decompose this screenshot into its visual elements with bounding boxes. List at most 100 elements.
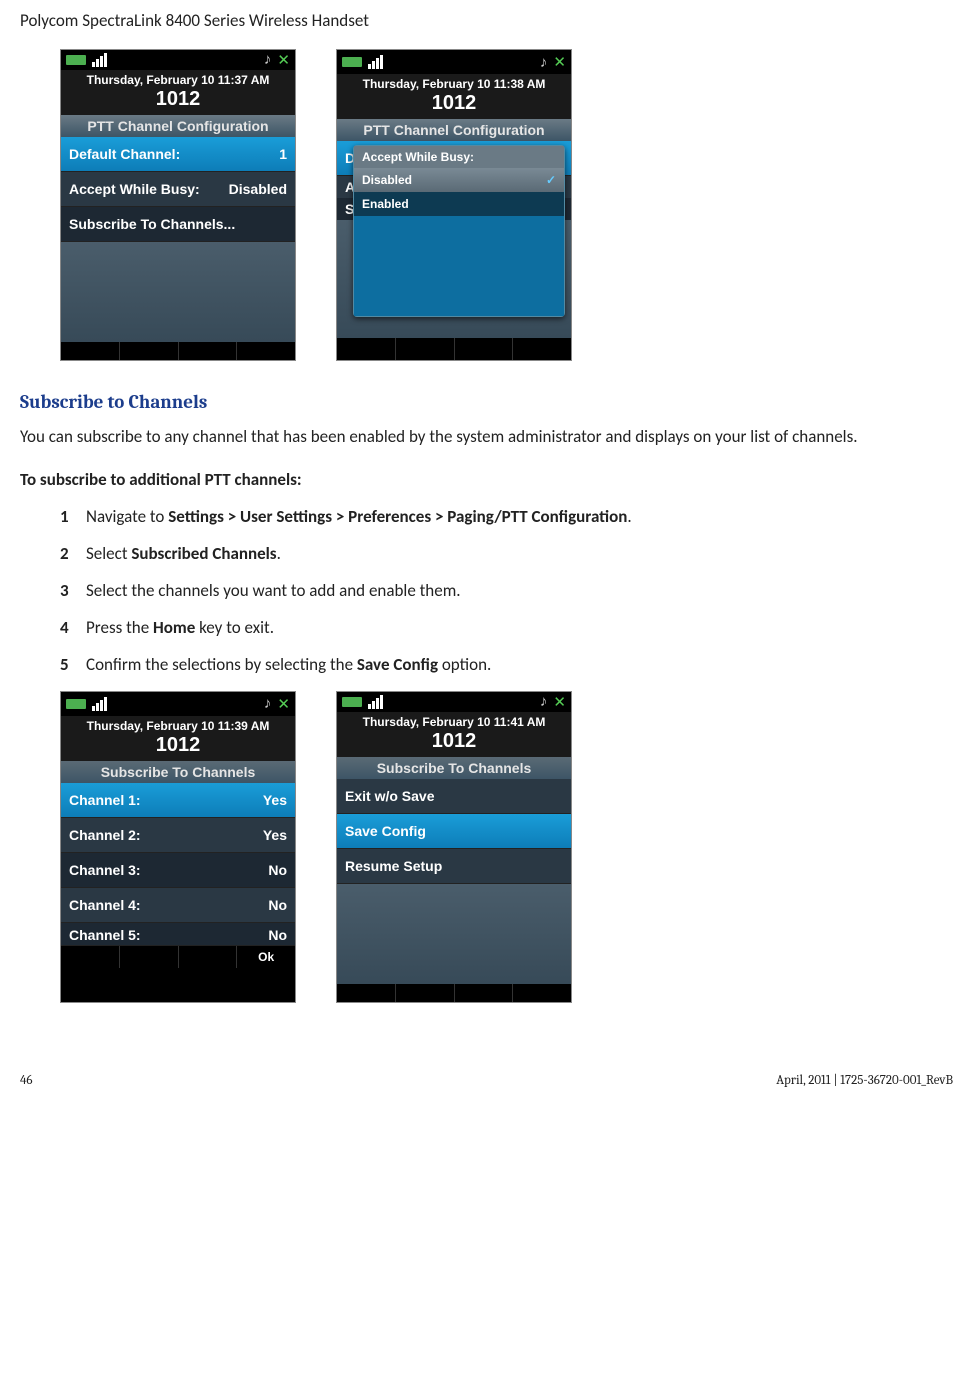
- note-icon: ♪: [264, 695, 272, 712]
- softkey[interactable]: [455, 984, 514, 1002]
- screenshot-row-2: ♪ ✕ Thursday, February 10 11:39 AM 1012 …: [60, 691, 953, 1003]
- extension-number: 1012: [61, 88, 295, 115]
- row-label: Exit w/o Save: [345, 788, 434, 804]
- row-label: Channel 3:: [69, 862, 141, 878]
- screenshot-row-1: ♪ ✕ Thursday, February 10 11:37 AM 1012 …: [60, 49, 953, 361]
- step-number: 2: [60, 543, 86, 564]
- date-time: Thursday, February 10 11:39 AM: [61, 716, 295, 734]
- person-icon: ✕: [277, 51, 290, 69]
- step-text: Navigate to Settings > User Settings > P…: [86, 506, 632, 527]
- empty-area: [61, 242, 295, 342]
- step-3: 3 Select the channels you want to add an…: [60, 580, 953, 601]
- softkey[interactable]: [61, 342, 120, 360]
- status-bar: ♪ ✕: [61, 50, 295, 70]
- phone-screen-1: ♪ ✕ Thursday, February 10 11:37 AM 1012 …: [60, 49, 296, 361]
- step-text: Confirm the selections by selecting the …: [86, 654, 491, 675]
- empty-area: [337, 884, 571, 984]
- softkey[interactable]: [337, 984, 396, 1002]
- subscribe-channels-row[interactable]: Subscribe To Channels...: [61, 207, 295, 242]
- intro-paragraph: You can subscribe to any channel that ha…: [20, 425, 953, 449]
- date-time: Thursday, February 10 11:38 AM: [337, 74, 571, 92]
- popup-title: Accept While Busy:: [354, 146, 564, 168]
- footer-info: April, 2011 | 1725-36720-001_RevB: [776, 1073, 953, 1088]
- row-value: 1: [279, 146, 287, 162]
- battery-icon: [342, 57, 362, 67]
- save-config-row[interactable]: Save Config: [337, 814, 571, 849]
- row-value: Disabled: [229, 181, 287, 197]
- signal-icon: [368, 695, 383, 709]
- check-icon: ✓: [546, 173, 556, 187]
- channel-3-row[interactable]: Channel 3: No: [61, 853, 295, 888]
- row-label: Channel 2:: [69, 827, 141, 843]
- step-number: 3: [60, 580, 86, 601]
- softkey[interactable]: [179, 342, 238, 360]
- row-value: No: [268, 897, 287, 913]
- step-4: 4 Press the Home key to exit.: [60, 617, 953, 638]
- row-label: Accept While Busy:: [69, 181, 200, 197]
- step-text: Press the Home key to exit.: [86, 617, 274, 638]
- softkey[interactable]: [396, 984, 455, 1002]
- channel-4-row[interactable]: Channel 4: No: [61, 888, 295, 923]
- popup-dialog: Accept While Busy: Disabled ✓ Enabled: [353, 145, 565, 317]
- row-value: Yes: [263, 827, 287, 843]
- channel-5-row[interactable]: Channel 5: No: [61, 923, 295, 946]
- popup-option-disabled[interactable]: Disabled ✓: [354, 168, 564, 192]
- softkey-bar: [337, 338, 571, 360]
- softkey[interactable]: [455, 338, 514, 360]
- section-heading: Subscribe to Channels: [20, 391, 953, 413]
- note-icon: ♪: [540, 54, 548, 71]
- softkey[interactable]: [120, 342, 179, 360]
- note-icon: ♪: [540, 693, 548, 710]
- popup-body: [354, 216, 564, 316]
- softkey[interactable]: [513, 984, 571, 1002]
- extension-number: 1012: [337, 730, 571, 757]
- screen-title: Subscribe To Channels: [61, 761, 295, 783]
- phone-screen-3: ♪ ✕ Thursday, February 10 11:39 AM 1012 …: [60, 691, 296, 1003]
- accept-while-busy-row[interactable]: Accept While Busy: Disabled: [61, 172, 295, 207]
- softkey[interactable]: [61, 946, 120, 968]
- document-page: Polycom SpectraLink 8400 Series Wireless…: [0, 0, 973, 1118]
- row-label: Resume Setup: [345, 858, 442, 874]
- screen-title: Subscribe To Channels: [337, 757, 571, 779]
- person-icon: ✕: [553, 693, 566, 711]
- softkey[interactable]: [513, 338, 571, 360]
- default-channel-row[interactable]: Default Channel: 1: [61, 137, 295, 172]
- option-label: Enabled: [362, 197, 409, 211]
- popup-option-enabled[interactable]: Enabled: [354, 192, 564, 216]
- step-number: 1: [60, 506, 86, 527]
- row-label: Channel 5:: [69, 927, 141, 943]
- row-label: Subscribe To Channels...: [69, 216, 235, 232]
- channel-2-row[interactable]: Channel 2: Yes: [61, 818, 295, 853]
- row-value: No: [268, 927, 287, 943]
- document-header: Polycom SpectraLink 8400 Series Wireless…: [20, 10, 953, 31]
- step-2: 2 Select Subscribed Channels.: [60, 543, 953, 564]
- exit-without-save-row[interactable]: Exit w/o Save: [337, 779, 571, 814]
- screen-title: PTT Channel Configuration: [61, 115, 295, 137]
- softkey-ok[interactable]: Ok: [237, 946, 295, 968]
- date-time: Thursday, February 10 11:41 AM: [337, 712, 571, 730]
- step-list: 1 Navigate to Settings > User Settings >…: [60, 506, 953, 675]
- extension-number: 1012: [337, 92, 571, 119]
- softkey[interactable]: [337, 338, 396, 360]
- signal-icon: [368, 55, 383, 69]
- signal-icon: [92, 697, 107, 711]
- procedure-title: To subscribe to additional PTT channels:: [20, 469, 953, 490]
- step-1: 1 Navigate to Settings > User Settings >…: [60, 506, 953, 527]
- softkey[interactable]: [237, 342, 295, 360]
- softkey[interactable]: [396, 338, 455, 360]
- battery-icon: [66, 55, 86, 65]
- extension-number: 1012: [61, 734, 295, 761]
- row-label: Default Channel:: [69, 146, 180, 162]
- page-footer: 46 April, 2011 | 1725-36720-001_RevB: [20, 1073, 953, 1088]
- note-icon: ♪: [264, 51, 272, 68]
- resume-setup-row[interactable]: Resume Setup: [337, 849, 571, 884]
- softkey[interactable]: [179, 946, 238, 968]
- softkey[interactable]: [120, 946, 179, 968]
- step-number: 4: [60, 617, 86, 638]
- status-bar: ♪ ✕: [61, 692, 295, 716]
- screen-title: PTT Channel Configuration: [337, 119, 571, 141]
- row-value: No: [268, 862, 287, 878]
- page-number: 46: [20, 1073, 33, 1088]
- channel-1-row[interactable]: Channel 1: Yes: [61, 783, 295, 818]
- row-label: Save Config: [345, 823, 426, 839]
